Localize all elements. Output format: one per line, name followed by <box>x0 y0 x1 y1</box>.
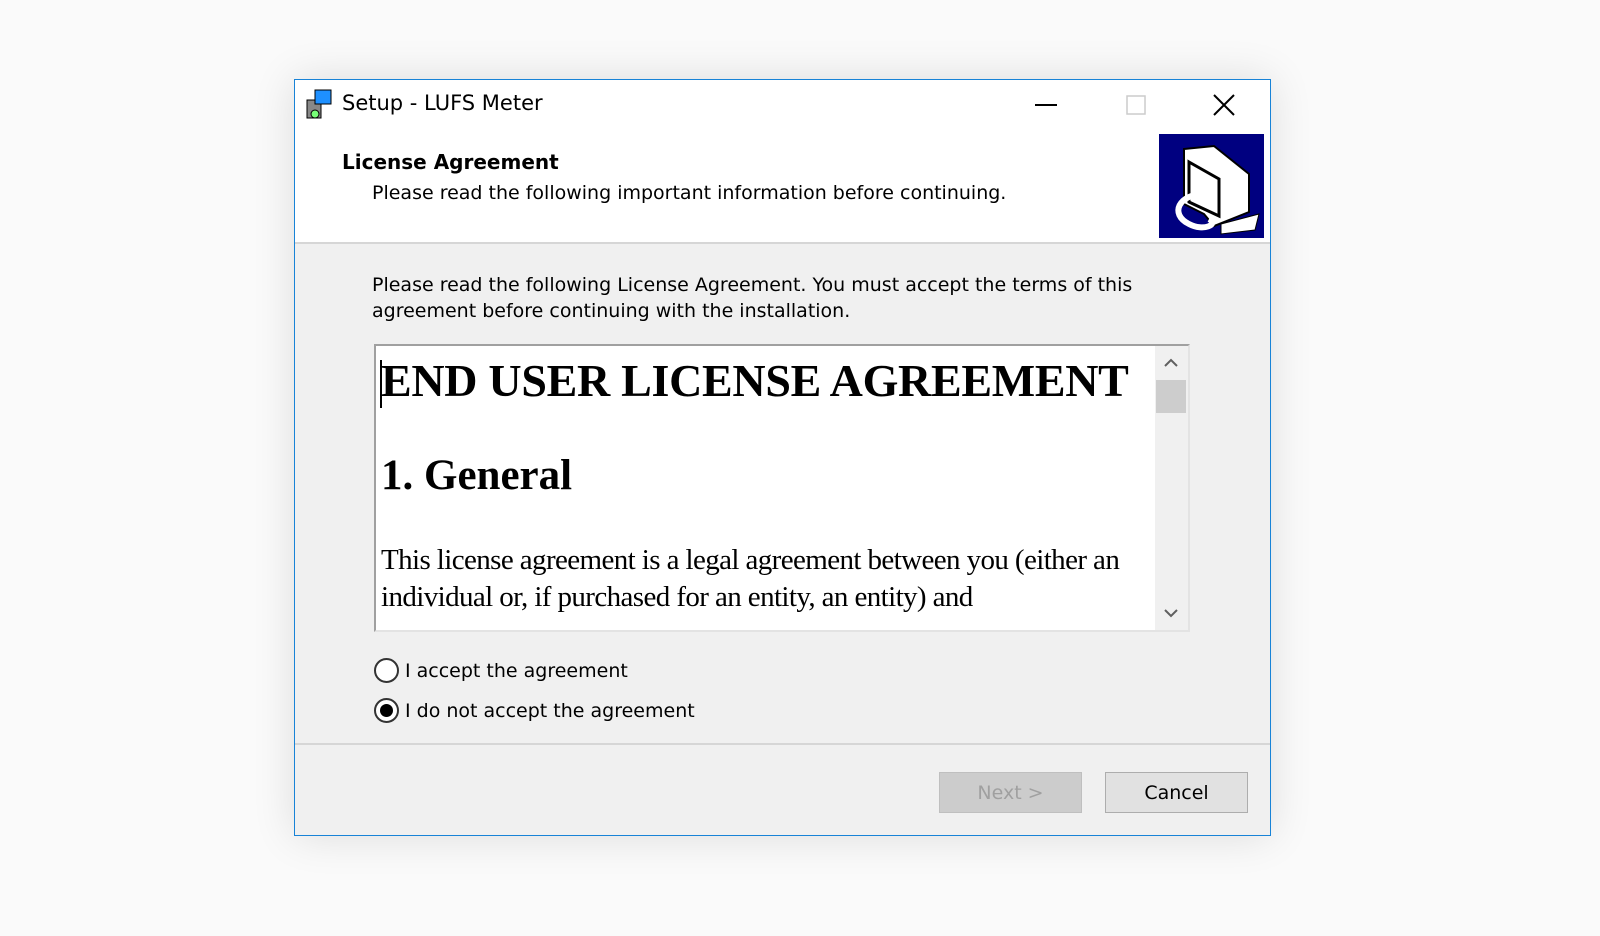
radio-selected-dot <box>380 704 393 717</box>
wizard-header: License Agreement Please read the follow… <box>295 130 1270 244</box>
decline-label: I do not accept the agreement <box>405 699 695 722</box>
close-button[interactable] <box>1179 80 1269 130</box>
license-paragraph: This license agreement is a legal agreem… <box>381 544 1120 613</box>
license-section-heading: 1. General <box>381 452 573 499</box>
cancel-button[interactable]: Cancel <box>1105 772 1248 813</box>
radio-button[interactable] <box>374 658 399 683</box>
license-text-box[interactable]: END USER LICENSE AGREEMENT 1. General Th… <box>374 344 1190 632</box>
maximize-button[interactable] <box>1091 80 1181 130</box>
setup-window: Setup - LUFS Meter License Agreement Ple… <box>294 79 1271 836</box>
minimize-button[interactable] <box>1001 80 1091 130</box>
scroll-up-icon[interactable] <box>1164 358 1178 367</box>
decline-radio[interactable]: I do not accept the agreement <box>374 698 695 723</box>
computer-icon <box>1159 134 1264 238</box>
scroll-down-icon[interactable] <box>1164 609 1178 618</box>
close-icon <box>1213 94 1235 116</box>
page-title: License Agreement <box>342 150 559 174</box>
intro-text: Please read the following License Agreem… <box>372 274 1133 322</box>
next-button[interactable]: Next > <box>939 772 1082 813</box>
page-subtitle: Please read the following important info… <box>372 182 1007 204</box>
window-title: Setup - LUFS Meter <box>342 91 543 115</box>
accept-radio[interactable]: I accept the agreement <box>374 658 628 683</box>
accept-label: I accept the agreement <box>405 659 628 682</box>
maximize-icon <box>1126 95 1146 115</box>
title-bar[interactable]: Setup - LUFS Meter <box>295 80 1270 130</box>
vertical-scrollbar[interactable] <box>1155 346 1188 630</box>
license-heading: END USER LICENSE AGREEMENT <box>381 355 1129 406</box>
footer-divider <box>295 743 1270 745</box>
radio-button[interactable] <box>374 698 399 723</box>
scrollbar-thumb[interactable] <box>1156 380 1186 413</box>
setup-app-icon <box>306 89 332 119</box>
minimize-icon <box>1035 104 1057 106</box>
